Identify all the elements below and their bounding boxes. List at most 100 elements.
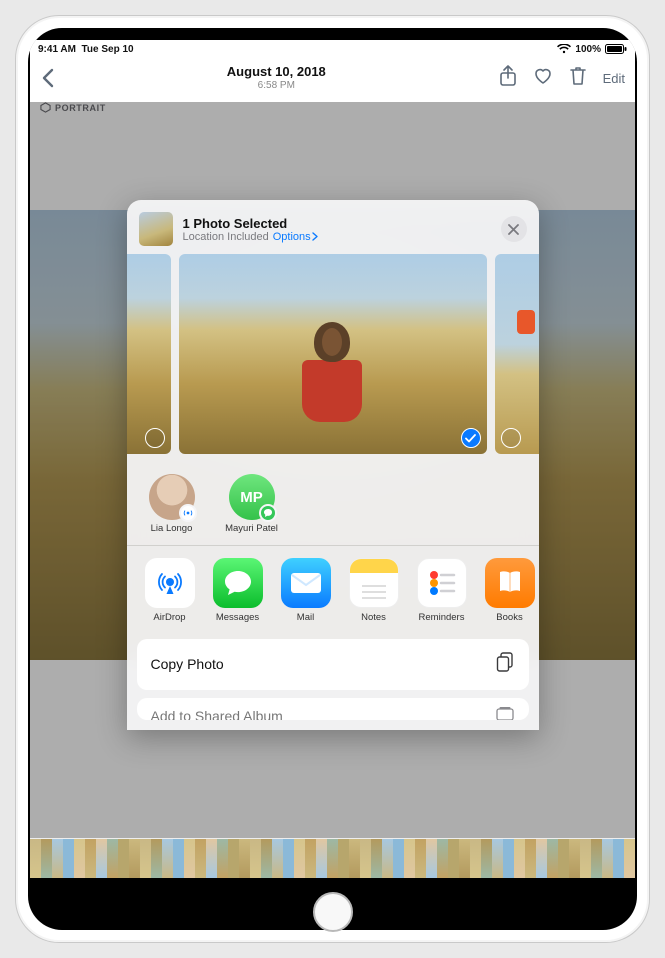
filmstrip-thumb[interactable] <box>30 839 41 878</box>
filmstrip-thumb[interactable] <box>184 839 195 878</box>
filmstrip-thumb[interactable] <box>525 839 536 878</box>
filmstrip-thumb[interactable] <box>415 839 426 878</box>
filmstrip-thumb[interactable] <box>503 839 514 878</box>
share-sheet-info: 1 Photo Selected Location Included Optio… <box>183 216 491 243</box>
filmstrip-thumb[interactable] <box>305 839 316 878</box>
thumbnail-filmstrip[interactable] <box>30 838 635 878</box>
trash-icon[interactable] <box>569 66 587 91</box>
reminders-icon <box>417 558 467 608</box>
back-button[interactable] <box>40 68 54 88</box>
contact-mayuri-patel[interactable]: MP Mayuri Patel <box>223 474 281 535</box>
share-sheet-title: 1 Photo Selected <box>183 216 491 231</box>
app-label: Mail <box>275 612 337 623</box>
filmstrip-thumb[interactable] <box>470 839 481 878</box>
filmstrip-thumb[interactable] <box>272 839 283 878</box>
filmstrip-thumb[interactable] <box>107 839 118 878</box>
filmstrip-thumb[interactable] <box>492 839 503 878</box>
filmstrip-thumb[interactable] <box>613 839 624 878</box>
filmstrip-thumb[interactable] <box>283 839 294 878</box>
filmstrip-thumb[interactable] <box>514 839 525 878</box>
edit-button[interactable]: Edit <box>603 71 625 86</box>
filmstrip-thumb[interactable] <box>393 839 404 878</box>
filmstrip-thumb[interactable] <box>349 839 360 878</box>
avatar-initials: MP <box>240 489 263 506</box>
home-button[interactable] <box>313 892 353 932</box>
filmstrip-thumb[interactable] <box>404 839 415 878</box>
filmstrip-thumb[interactable] <box>173 839 184 878</box>
share-sheet-header: 1 Photo Selected Location Included Optio… <box>127 200 539 254</box>
app-reminders[interactable]: Reminders <box>411 558 473 623</box>
filmstrip-thumb[interactable] <box>382 839 393 878</box>
filmstrip-thumb[interactable] <box>129 839 140 878</box>
nav-actions: Edit <box>499 65 625 92</box>
filmstrip-thumb[interactable] <box>206 839 217 878</box>
filmstrip-thumb[interactable] <box>547 839 558 878</box>
status-date: Tue Sep 10 <box>82 44 134 55</box>
wifi-icon <box>557 44 571 54</box>
selection-indicator-empty[interactable] <box>501 428 521 448</box>
status-time: 9:41 AM <box>38 44 76 55</box>
notes-icon <box>349 558 399 608</box>
filmstrip-thumb[interactable] <box>558 839 569 878</box>
share-apps-row[interactable]: AirDrop Messages Mail <box>127 546 539 631</box>
filmstrip-thumb[interactable] <box>316 839 327 878</box>
filmstrip-thumb[interactable] <box>162 839 173 878</box>
selection-indicator-empty[interactable] <box>145 428 165 448</box>
filmstrip-thumb[interactable] <box>624 839 635 878</box>
selection-indicator-checked[interactable] <box>461 428 481 448</box>
filmstrip-thumb[interactable] <box>580 839 591 878</box>
filmstrip-thumb[interactable] <box>151 839 162 878</box>
filmstrip-thumb[interactable] <box>74 839 85 878</box>
filmstrip-thumb[interactable] <box>448 839 459 878</box>
share-actions-group-next: Add to Shared Album <box>137 698 529 720</box>
filmstrip-thumb[interactable] <box>261 839 272 878</box>
preview-thumbnail-prev[interactable] <box>127 254 171 454</box>
app-label: Reminders <box>411 612 473 623</box>
filmstrip-thumb[interactable] <box>481 839 492 878</box>
filmstrip-thumb[interactable] <box>371 839 382 878</box>
app-messages[interactable]: Messages <box>207 558 269 623</box>
filmstrip-thumb[interactable] <box>338 839 349 878</box>
filmstrip-thumb[interactable] <box>327 839 338 878</box>
contact-lia-longo[interactable]: Lia Longo <box>143 474 201 535</box>
share-icon[interactable] <box>499 65 517 92</box>
app-label: Notes <box>343 612 405 623</box>
app-label: Messages <box>207 612 269 623</box>
filmstrip-thumb[interactable] <box>602 839 613 878</box>
preview-thumbnail-next[interactable] <box>495 254 539 454</box>
preview-thumbnail-selected[interactable] <box>179 254 487 454</box>
app-mail[interactable]: Mail <box>275 558 337 623</box>
action-copy-photo[interactable]: Copy Photo <box>137 639 529 690</box>
filmstrip-thumb[interactable] <box>239 839 250 878</box>
filmstrip-thumb[interactable] <box>217 839 228 878</box>
filmstrip-thumb[interactable] <box>437 839 448 878</box>
filmstrip-thumb[interactable] <box>426 839 437 878</box>
app-books[interactable]: Books <box>479 558 539 623</box>
share-sheet: 1 Photo Selected Location Included Optio… <box>127 200 539 730</box>
contact-name: Mayuri Patel <box>223 524 281 535</box>
filmstrip-thumb[interactable] <box>228 839 239 878</box>
filmstrip-thumb[interactable] <box>96 839 107 878</box>
filmstrip-thumb[interactable] <box>63 839 74 878</box>
filmstrip-thumb[interactable] <box>569 839 580 878</box>
filmstrip-thumb[interactable] <box>294 839 305 878</box>
filmstrip-thumb[interactable] <box>85 839 96 878</box>
filmstrip-thumb[interactable] <box>140 839 151 878</box>
close-button[interactable] <box>501 216 527 242</box>
action-add-to-shared-album[interactable]: Add to Shared Album <box>137 698 529 720</box>
photo-preview-row[interactable] <box>127 254 539 464</box>
status-right: 100% <box>557 44 627 55</box>
share-options-button[interactable]: Options <box>273 231 318 243</box>
app-notes[interactable]: Notes <box>343 558 405 623</box>
filmstrip-thumb[interactable] <box>459 839 470 878</box>
favorite-icon[interactable] <box>533 67 553 90</box>
filmstrip-thumb[interactable] <box>536 839 547 878</box>
filmstrip-thumb[interactable] <box>591 839 602 878</box>
filmstrip-thumb[interactable] <box>360 839 371 878</box>
filmstrip-thumb[interactable] <box>41 839 52 878</box>
filmstrip-thumb[interactable] <box>118 839 129 878</box>
filmstrip-thumb[interactable] <box>250 839 261 878</box>
app-airdrop[interactable]: AirDrop <box>139 558 201 623</box>
filmstrip-thumb[interactable] <box>195 839 206 878</box>
filmstrip-thumb[interactable] <box>52 839 63 878</box>
